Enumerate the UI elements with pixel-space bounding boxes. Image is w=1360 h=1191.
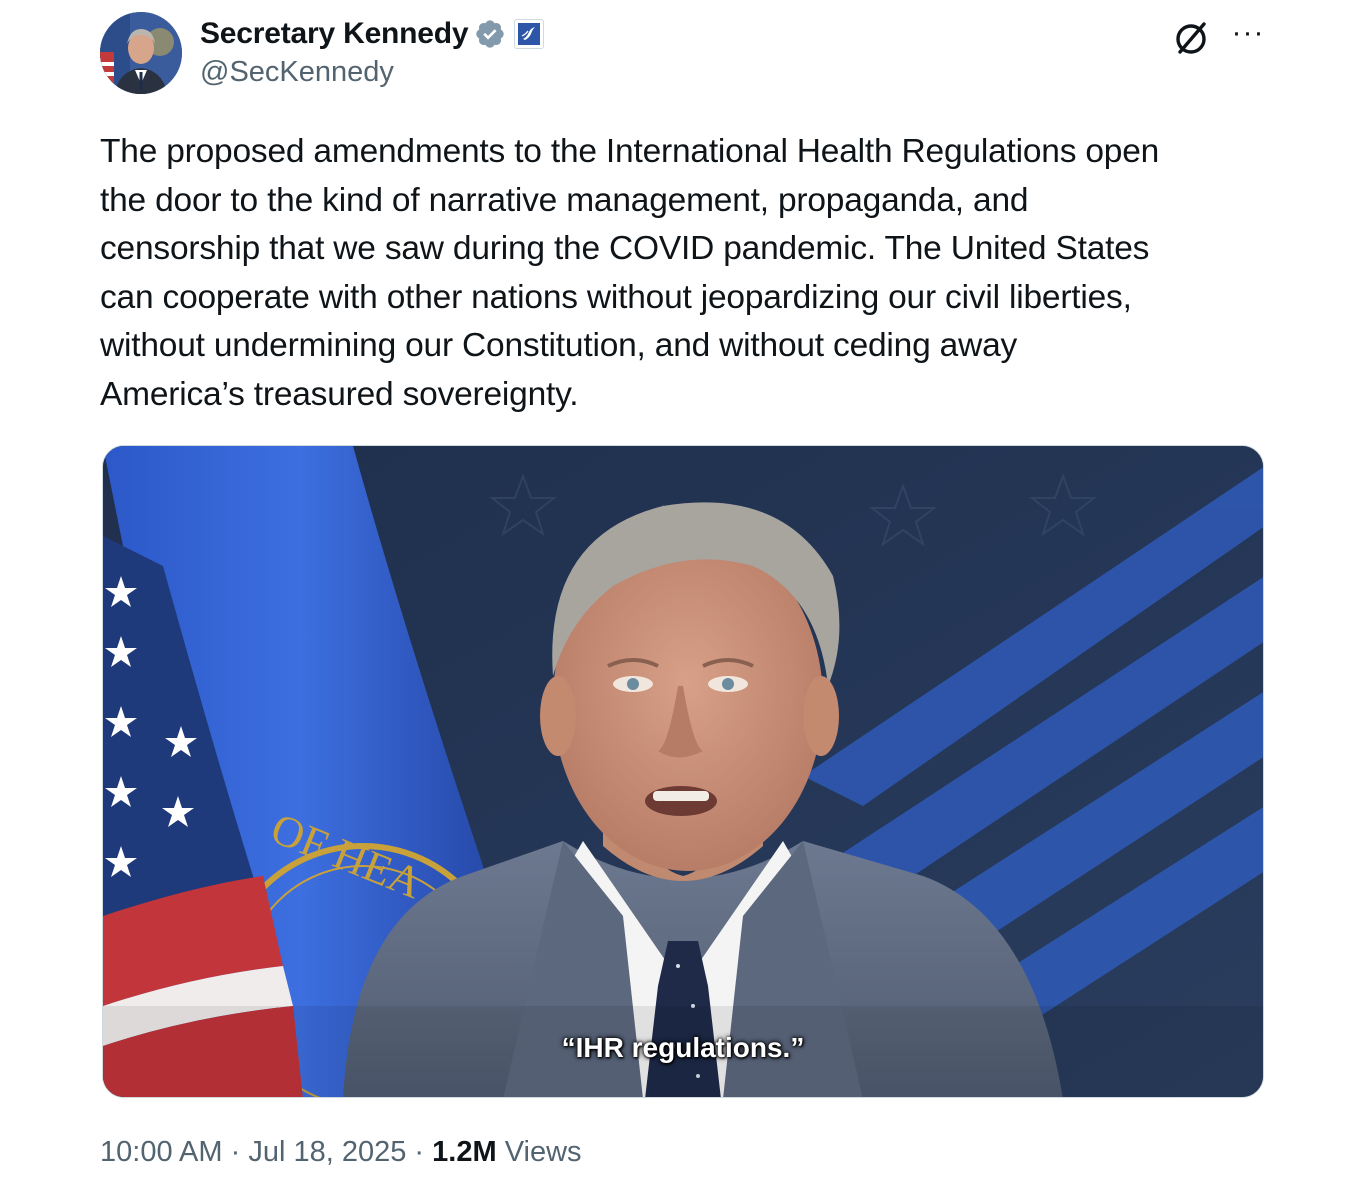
tweet-time[interactable]: 10:00 AM <box>100 1136 223 1168</box>
author-handle[interactable]: @SecKennedy <box>200 56 394 89</box>
tweet-date[interactable]: Jul 18, 2025 <box>248 1136 406 1168</box>
views-label[interactable]: Views <box>505 1136 582 1168</box>
author-name-row: Secretary Kennedy <box>200 14 545 54</box>
avatar[interactable] <box>100 12 182 94</box>
video-caption: “IHR regulations.” <box>561 1032 805 1063</box>
tweet-meta: 10:00 AM · Jul 18, 2025 · 1.2M Views <box>100 1136 582 1169</box>
verified-badge-icon[interactable] <box>474 18 506 50</box>
views-count[interactable]: 1.2M <box>432 1136 496 1168</box>
more-options-icon[interactable]: ··· <box>1228 18 1268 54</box>
hhs-affiliate-badge-icon[interactable] <box>514 19 545 49</box>
tweet-card: Secretary Kennedy @SecKennedy ··· The pr… <box>0 0 1360 1191</box>
tweet-text: The proposed amendments to the Internati… <box>100 133 1160 413</box>
avatar-image <box>100 12 182 94</box>
grok-icon[interactable] <box>1170 16 1214 60</box>
display-name[interactable]: Secretary Kennedy <box>200 17 469 51</box>
video-frame: OF HEA <box>103 446 1263 1097</box>
video-player[interactable]: OF HEA “IHR regulations.” <box>102 445 1264 1098</box>
meta-separator: · <box>230 1136 241 1168</box>
meta-separator: · <box>414 1136 425 1168</box>
